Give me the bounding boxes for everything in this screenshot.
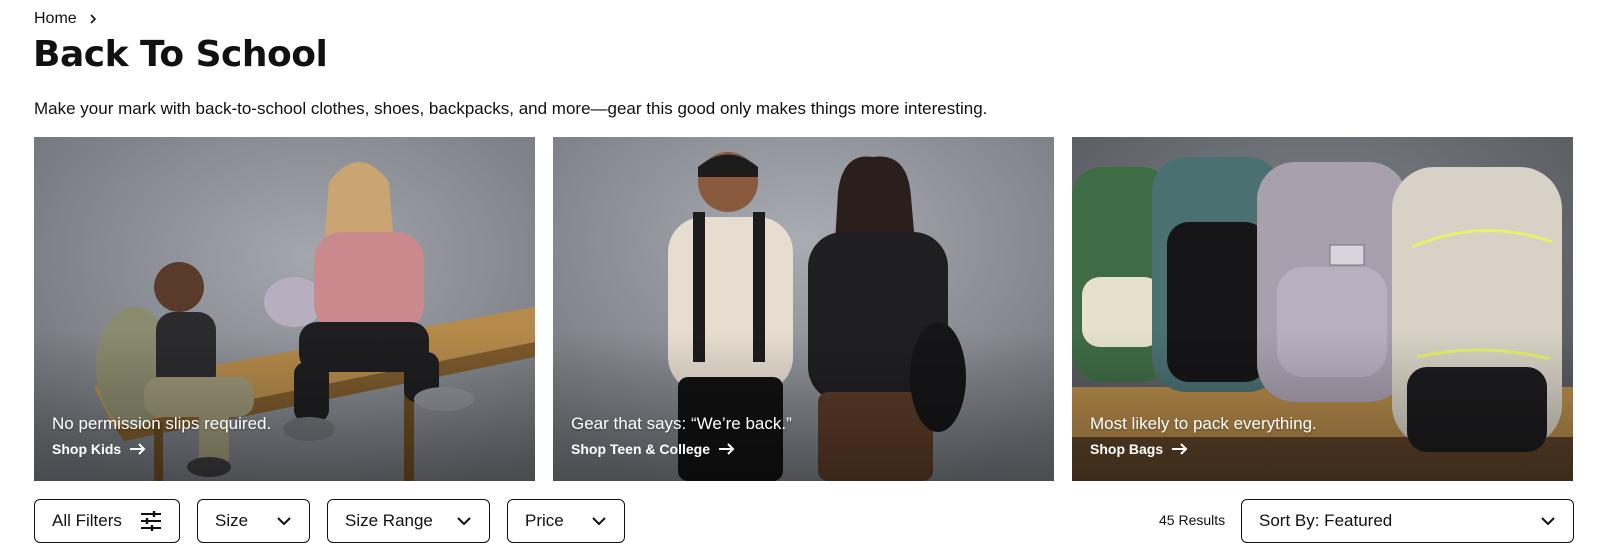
chevron-down-icon [457, 517, 471, 526]
shop-teen-college-link[interactable]: Shop Teen & College [571, 441, 736, 457]
page-description: Make your mark with back-to-school cloth… [34, 99, 988, 118]
all-filters-button[interactable]: All Filters [34, 499, 180, 543]
cta-label: Shop Bags [1090, 441, 1164, 457]
chevron-down-icon [592, 517, 606, 526]
shop-bags-link[interactable]: Shop Bags [1090, 441, 1189, 457]
cta-label: Shop Teen & College [571, 441, 710, 457]
arrow-right-icon [130, 443, 146, 455]
promo-tile-kids[interactable]: No permission slips required. Shop Kids [34, 137, 535, 481]
tile-shade [553, 331, 1054, 481]
promo-tile-bags[interactable]: Most likely to pack everything. Shop Bag… [1072, 137, 1573, 481]
page: Home Back To School Make your mark with … [0, 0, 1604, 558]
tile-tagline: Gear that says: “We’re back.” [571, 414, 792, 433]
tile-tagline: No permission slips required. [52, 414, 272, 433]
all-filters-label: All Filters [52, 511, 122, 530]
results-count: 45 Results [1159, 512, 1226, 528]
sort-label: Sort By: Featured [1259, 511, 1393, 530]
chevron-down-icon [277, 517, 291, 526]
breadcrumb: Home [34, 10, 99, 28]
page-title: Back To School [33, 34, 328, 75]
chevron-right-icon [90, 14, 96, 24]
promo-tile-teen-college[interactable]: Gear that says: “We’re back.” Shop Teen … [553, 137, 1054, 481]
size-filter-button[interactable]: Size [197, 499, 310, 543]
cta-label: Shop Kids [52, 441, 122, 457]
size-range-filter-button[interactable]: Size Range [327, 499, 490, 543]
promo-tiles: No permission slips required. Shop Kids [34, 137, 1574, 481]
tile-shade [1072, 331, 1573, 481]
size-range-filter-label: Size Range [345, 511, 433, 530]
price-filter-button[interactable]: Price [507, 499, 625, 543]
chevron-down-icon [1541, 517, 1555, 526]
tile-tagline: Most likely to pack everything. [1090, 414, 1317, 433]
sort-dropdown[interactable]: Sort By: Featured [1241, 499, 1574, 543]
arrow-right-icon [718, 443, 735, 455]
breadcrumb-home-link[interactable]: Home [34, 10, 77, 28]
arrow-right-icon [1172, 443, 1188, 455]
price-filter-label: Price [525, 511, 564, 530]
tile-shade [34, 331, 535, 481]
shop-kids-link[interactable]: Shop Kids [52, 441, 147, 457]
size-filter-label: Size [215, 511, 249, 530]
sliders-icon [141, 511, 161, 531]
